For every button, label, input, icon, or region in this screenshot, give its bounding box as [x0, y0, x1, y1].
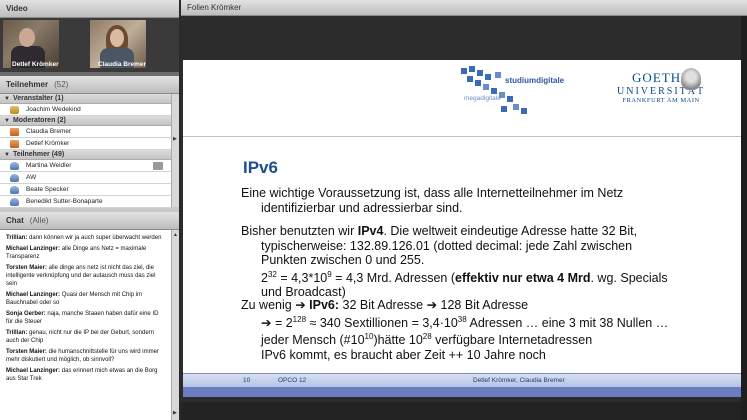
chat-messages: Trillian: dann können wir ja auch super … — [0, 230, 171, 420]
megadigitale-text: megadigitale — [464, 95, 501, 102]
slide-paragraph: Bisher benutzten wir IPv4. Die weltweit … — [241, 224, 668, 299]
slide-paragraph: Eine wichtige Voraussetzung ist, dass al… — [241, 186, 624, 215]
list-item[interactable]: Detlef Krömker — [0, 138, 171, 150]
chat-scrollbar[interactable]: ▲ ▶ — [171, 230, 179, 420]
collapse-triangle-icon: ▼ — [4, 96, 10, 102]
group-header[interactable]: ▼ Veranstalter (1) — [0, 94, 171, 104]
presentation-slide: studiumdigitale megadigitale GOETHE UNIV… — [183, 60, 741, 397]
collapse-triangle-icon: ▼ — [4, 152, 10, 158]
slide-header: studiumdigitale megadigitale GOETHE UNIV… — [183, 60, 741, 130]
studiumdigitale-logo — [461, 66, 571, 122]
user-icon — [10, 198, 19, 206]
footer-course: OPCO 12 — [278, 377, 307, 384]
slide-stage: studiumdigitale megadigitale GOETHE UNIV… — [181, 16, 747, 420]
participants-scrollbar[interactable]: ▶ — [171, 94, 179, 207]
slide-footer: 10 OPCO 12 Detlef Krömker, Claudia Breme… — [183, 373, 741, 387]
chat-message: Michael Lanzinger: alle Dinge ans Netz =… — [6, 246, 147, 260]
video-panel-title: Video — [0, 0, 179, 18]
slide-number: 10 — [243, 377, 251, 384]
slide-paragraph: Zu wenig ➔ IPv6: 32 Bit Adresse ➔ 128 Bi… — [241, 298, 669, 362]
group-header[interactable]: ▼ Moderatoren (2) — [0, 116, 171, 126]
chat-filter[interactable]: (Alle) — [30, 216, 49, 225]
group-header[interactable]: ▼ Teilnehmer (49) — [0, 150, 171, 160]
slide-title: IPv6 — [243, 158, 278, 177]
list-item[interactable]: Beate Specker — [0, 184, 171, 196]
moderator-icon — [10, 140, 19, 148]
participant-list: ▼ Veranstalter (1) Joachim Wedekind ▼ Mode… — [0, 94, 171, 208]
scroll-up-icon: ▲ — [173, 232, 178, 238]
list-item[interactable]: AW — [0, 172, 171, 184]
chat-message: Sonja Gerber: naja, manche Staaen haben … — [6, 311, 159, 325]
goethe-portrait-icon — [681, 68, 701, 90]
list-item[interactable]: Martina Weidler — [0, 160, 171, 172]
chat-message: Michael Lanzinger: Quasi der Mensch mit … — [6, 292, 143, 306]
chat-message: Trillian: dann können wir ja auch super … — [6, 235, 162, 241]
slides-panel-title: Folien Krömker — [181, 0, 747, 16]
list-item[interactable]: Benedikt Sutter-Bonaparte — [0, 196, 171, 208]
chat-message: Michael Lanzinger: das erinnert mich etw… — [6, 368, 158, 382]
chat-panel-title: Chat (Alle) — [0, 212, 179, 230]
moderator-icon — [10, 128, 19, 136]
chat-panel: Chat (Alle) Trillian: dann können wir ja … — [0, 212, 179, 420]
chat-message: Torsten Maier: alle dinge ans netz ist n… — [6, 265, 156, 287]
participants-panel-title: Teilnehmer (52) — [0, 76, 179, 94]
webcam-label: Detlef Krömker — [12, 61, 59, 68]
webcam-label: Claudia Bremer — [98, 61, 147, 68]
chat-message: Torsten Maier: die humanschnittstelle fü… — [6, 349, 159, 363]
participants-panel: Teilnehmer (52) ▼ Veranstalter (1) Joachim… — [0, 76, 179, 208]
status-icon — [153, 162, 163, 170]
stage-bottom-bar — [181, 402, 747, 420]
user-icon — [10, 186, 19, 194]
collapse-triangle-icon: ▼ — [4, 118, 10, 124]
footer-authors: Detlef Krömker, Claudia Bremer — [473, 377, 565, 384]
user-icon — [10, 174, 19, 182]
list-item[interactable]: Claudia Bremer — [0, 126, 171, 138]
scroll-right-icon: ▶ — [173, 410, 177, 416]
user-icon — [10, 162, 19, 170]
slides-scrollbar[interactable] — [741, 16, 747, 420]
host-icon — [10, 106, 19, 114]
chat-message: Trillian: genau, nicht nur die IP bei de… — [6, 330, 154, 344]
studiumdigitale-text: studiumdigitale — [505, 76, 565, 85]
slides-panel: Folien Krömker studiumdigitale megadigit… — [181, 0, 747, 420]
scroll-right-icon: ▶ — [173, 136, 177, 142]
list-item[interactable]: Joachim Wedekind — [0, 104, 171, 116]
